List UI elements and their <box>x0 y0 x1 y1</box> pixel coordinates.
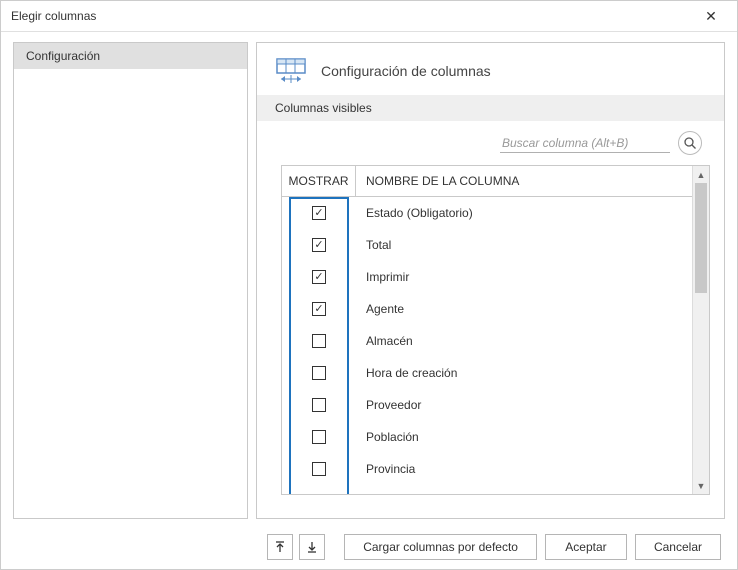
columns-grid: MOSTRAR NOMBRE DE LA COLUMNA Estado (Obl… <box>281 165 710 495</box>
search-row <box>257 121 724 161</box>
table-row[interactable]: Almacén <box>282 325 692 357</box>
column-name-cell: Almacén <box>356 334 692 348</box>
show-cell <box>282 430 356 444</box>
show-cell <box>282 238 356 252</box>
show-cell <box>282 206 356 220</box>
scroll-down-icon[interactable]: ▼ <box>693 477 709 494</box>
titlebar: Elegir columnas ✕ <box>1 1 737 31</box>
column-name-cell: Total <box>356 238 692 252</box>
scroll-up-icon[interactable]: ▲ <box>693 166 709 183</box>
show-cell <box>282 302 356 316</box>
sidebar: Configuración <box>13 42 248 519</box>
move-up-button[interactable] <box>267 534 293 560</box>
header-show[interactable]: MOSTRAR <box>282 166 356 196</box>
table-row[interactable]: Proveedor <box>282 389 692 421</box>
table-row[interactable]: Total <box>282 229 692 261</box>
search-icon <box>683 136 697 150</box>
table-row[interactable]: Hora de creación <box>282 357 692 389</box>
column-name-cell: Imprimir <box>356 270 692 284</box>
columns-config-icon <box>275 57 309 85</box>
show-checkbox[interactable] <box>312 270 326 284</box>
show-checkbox[interactable] <box>312 366 326 380</box>
cancel-button[interactable]: Cancelar <box>635 534 721 560</box>
column-name-cell: Población <box>356 430 692 444</box>
window-title: Elegir columnas <box>11 9 691 23</box>
vertical-scrollbar[interactable]: ▲ ▼ <box>692 166 709 494</box>
table-row[interactable]: Imprimir <box>282 261 692 293</box>
dialog-body: Configuración Configuración de <box>1 32 737 525</box>
show-cell <box>282 398 356 412</box>
sidebar-item-configuracion[interactable]: Configuración <box>14 43 247 69</box>
column-name-cell: Estado (Obligatorio) <box>356 206 692 220</box>
grid-rows: Estado (Obligatorio) Total Imprimir Agente A… <box>282 197 692 494</box>
scroll-thumb[interactable] <box>695 183 707 293</box>
main-panel: Configuración de columnas Columnas visib… <box>256 42 725 519</box>
show-checkbox[interactable] <box>312 238 326 252</box>
table-row[interactable]: Estado (Obligatorio) <box>282 197 692 229</box>
column-name-cell: Agente <box>356 302 692 316</box>
close-button[interactable]: ✕ <box>691 2 731 30</box>
show-cell <box>282 366 356 380</box>
move-down-button[interactable] <box>299 534 325 560</box>
column-name-cell: Hora de creación <box>356 366 692 380</box>
show-checkbox[interactable] <box>312 334 326 348</box>
show-checkbox[interactable] <box>312 206 326 220</box>
show-checkbox[interactable] <box>312 398 326 412</box>
grid-header: MOSTRAR NOMBRE DE LA COLUMNA <box>282 166 692 197</box>
search-input[interactable] <box>500 134 670 153</box>
show-checkbox[interactable] <box>312 302 326 316</box>
column-name-cell: Provincia <box>356 462 692 476</box>
table-row[interactable]: Agente <box>282 293 692 325</box>
table-row[interactable]: Provincia <box>282 453 692 485</box>
section-title: Configuración de columnas <box>321 63 491 79</box>
show-checkbox[interactable] <box>312 462 326 476</box>
section-header: Configuración de columnas <box>257 43 724 95</box>
header-name[interactable]: NOMBRE DE LA COLUMNA <box>356 166 692 196</box>
scroll-track[interactable] <box>693 183 709 477</box>
table-row[interactable]: Domicilio <box>282 485 692 494</box>
accept-button[interactable]: Aceptar <box>545 534 627 560</box>
column-name-cell: Proveedor <box>356 398 692 412</box>
show-cell <box>282 270 356 284</box>
search-button[interactable] <box>678 131 702 155</box>
arrow-up-bar-icon <box>275 540 285 554</box>
footer: Cargar columnas por defecto Aceptar Canc… <box>1 525 737 569</box>
section-subtitle: Columnas visibles <box>257 95 724 121</box>
dialog-window: Elegir columnas ✕ Configuración <box>0 0 738 570</box>
show-checkbox[interactable] <box>312 430 326 444</box>
table-row[interactable]: Población <box>282 421 692 453</box>
show-cell <box>282 462 356 476</box>
load-defaults-button[interactable]: Cargar columnas por defecto <box>344 534 537 560</box>
arrow-down-bar-icon <box>307 540 317 554</box>
show-cell <box>282 334 356 348</box>
